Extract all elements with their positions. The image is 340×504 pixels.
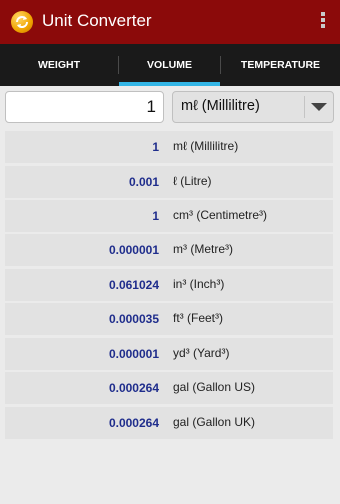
result-unit: ft³ (Feet³) [173,311,223,325]
result-unit: m³ (Metre³) [173,242,233,256]
result-unit: gal (Gallon UK) [173,415,256,429]
result-unit: ℓ (Litre) [173,174,212,188]
result-row[interactable]: 0.061024 in³ (Inch³) [5,269,333,301]
result-row[interactable]: 0.000264 gal (Gallon US) [5,372,333,404]
tab-volume-label: VOLUME [147,59,192,71]
app-bar: Unit Converter [0,0,340,44]
result-row[interactable]: 0.000001 m³ (Metre³) [5,234,333,266]
result-unit: gal (Gallon US) [173,380,256,394]
result-value: 0.000001 [108,347,159,361]
result-unit: yd³ (Yard³) [173,346,230,360]
tab-selected-indicator [119,82,220,86]
result-value: 0.061024 [108,278,159,292]
result-row[interactable]: 1 mℓ (Millilitre) [5,131,333,163]
result-value: 0.000264 [108,381,159,395]
overflow-menu-icon[interactable] [320,12,326,32]
result-value: 0.000035 [108,312,159,326]
tab-temperature-label: TEMPERATURE [240,59,321,71]
result-value: 1 [152,209,159,223]
value-input[interactable]: 1 [5,91,164,123]
refresh-icon[interactable] [11,11,33,33]
result-row[interactable]: 0.000001 yd³ (Yard³) [5,338,333,370]
app-title: Unit Converter [42,11,152,30]
select-divider [304,96,305,118]
result-unit: cm³ (Centimetre³) [173,208,268,222]
tab-weight-label: WEIGHT [38,59,80,71]
result-value: 0.001 [128,175,159,189]
result-row[interactable]: 0.001 ℓ (Litre) [5,166,333,198]
dropdown-arrow-icon[interactable] [311,103,327,111]
result-row[interactable]: 0.000035 ft³ (Feet³) [5,303,333,335]
result-row[interactable]: 0.000264 gal (Gallon UK) [5,407,333,439]
result-value: 0.000264 [108,416,159,430]
result-unit: in³ (Inch³) [173,277,225,291]
tab-bar: WEIGHT VOLUME TEMPERATURE [0,44,340,86]
tab-weight[interactable]: WEIGHT [0,44,118,86]
result-row[interactable]: 1 cm³ (Centimetre³) [5,200,333,232]
unit-select[interactable]: mℓ (Millilitre) [172,91,334,123]
result-value: 0.000001 [108,243,159,257]
result-unit: mℓ (Millilitre) [173,139,239,153]
tab-temperature[interactable]: TEMPERATURE [221,44,340,86]
tab-volume[interactable]: VOLUME [119,44,220,86]
unit-select-value: mℓ (Millilitre) [181,98,260,114]
result-value: 1 [152,140,159,154]
